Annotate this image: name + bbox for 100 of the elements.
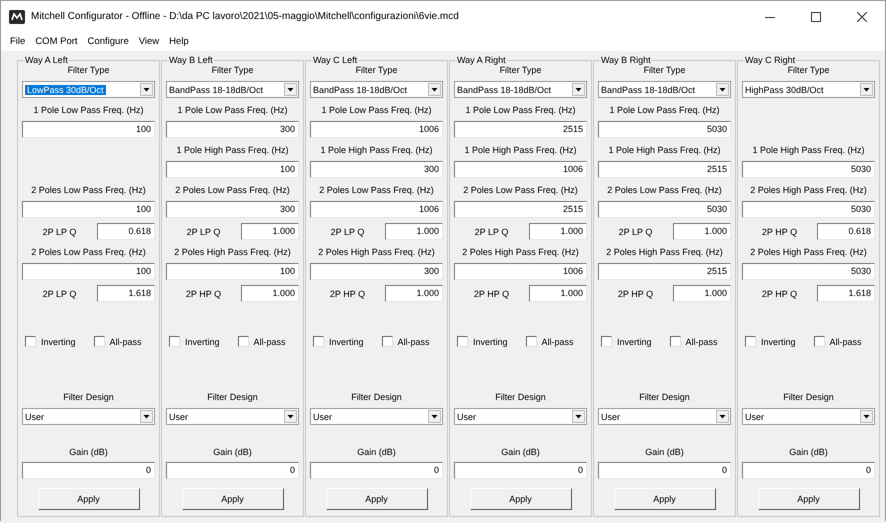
- checkbox[interactable]: [457, 336, 468, 347]
- input-field[interactable]: 5030: [742, 201, 875, 218]
- window-title: Mitchell Configurator - Offline - D:\da PC lavoro\2021\05-maggio\Mitchell\configurazioni\6vie.mcd: [31, 11, 460, 22]
- checkbox-label: Inverting: [761, 336, 796, 346]
- input-field[interactable]: 2515: [454, 121, 587, 138]
- dropdown[interactable]: LowPass 30dB/Oct: [22, 81, 155, 98]
- dropdown[interactable]: BandPass 18-18dB/Oct: [598, 81, 731, 98]
- menu-item[interactable]: File: [5, 36, 30, 47]
- dropdown[interactable]: User: [310, 408, 443, 425]
- input-field[interactable]: 2515: [598, 161, 731, 178]
- input-field[interactable]: 1.000: [385, 285, 443, 302]
- dropdown[interactable]: BandPass 18-18dB/Oct: [166, 81, 299, 98]
- field-label: 2 Poles High Pass Freq. (Hz): [317, 246, 436, 258]
- dropdown[interactable]: User: [22, 408, 155, 425]
- input-field[interactable]: 1.000: [673, 285, 731, 302]
- menu-item[interactable]: Configure: [82, 36, 134, 47]
- input-field[interactable]: 300: [310, 161, 443, 178]
- field-label: Filter Type: [786, 65, 830, 75]
- menu-item[interactable]: Help: [164, 36, 194, 47]
- input-field[interactable]: 1.000: [673, 223, 731, 240]
- input-field[interactable]: 1.000: [529, 223, 587, 240]
- field-label: 2 Poles High Pass Freq. (Hz): [461, 246, 580, 258]
- checkbox[interactable]: [745, 336, 756, 347]
- checkbox[interactable]: [814, 336, 825, 347]
- menu-item[interactable]: View: [134, 36, 164, 47]
- checkbox[interactable]: [313, 336, 324, 347]
- input-field[interactable]: 1.000: [241, 285, 299, 302]
- field-label: 2 Poles Low Pass Freq. (Hz): [30, 184, 147, 196]
- input-field[interactable]: 300: [166, 201, 299, 218]
- input-field[interactable]: 100: [22, 263, 155, 280]
- dropdown[interactable]: User: [166, 408, 299, 425]
- input-field[interactable]: 100: [166, 161, 299, 178]
- dropdown[interactable]: BandPass 18-18dB/Oct: [454, 81, 587, 98]
- input-field[interactable]: 100: [22, 201, 155, 218]
- field-label: 2P LP Q: [618, 226, 654, 236]
- input-field[interactable]: 0: [454, 462, 587, 479]
- input-field[interactable]: 0: [310, 462, 443, 479]
- dropdown[interactable]: User: [598, 408, 731, 425]
- input-field[interactable]: 0: [22, 462, 155, 479]
- apply-button[interactable]: Apply: [758, 488, 860, 510]
- caret-icon: [140, 83, 153, 96]
- apply-button[interactable]: Apply: [470, 488, 572, 510]
- checkbox[interactable]: [382, 336, 393, 347]
- input-field[interactable]: 1.000: [241, 223, 299, 240]
- checkbox-label: Inverting: [41, 336, 76, 346]
- dropdown[interactable]: User: [454, 408, 587, 425]
- caret-icon: [716, 410, 729, 423]
- caret-icon: [140, 410, 153, 423]
- apply-button[interactable]: Apply: [614, 488, 716, 510]
- checkbox[interactable]: [670, 336, 681, 347]
- input-field[interactable]: 1.618: [817, 285, 875, 302]
- field-label: 2 Poles Low Pass Freq. (Hz): [606, 184, 723, 196]
- caret-icon: [572, 410, 585, 423]
- checkbox-label: All-pass: [686, 336, 718, 346]
- checkbox[interactable]: [25, 336, 36, 347]
- input-field[interactable]: 5030: [742, 161, 875, 178]
- field-label: 2 Poles High Pass Freq. (Hz): [749, 184, 868, 196]
- input-field[interactable]: 1.000: [385, 223, 443, 240]
- input-field[interactable]: 1006: [454, 161, 587, 178]
- checkbox-label: Inverting: [185, 336, 220, 346]
- input-field[interactable]: 0: [166, 462, 299, 479]
- field-label: Filter Design: [350, 392, 403, 402]
- input-field[interactable]: 1006: [454, 263, 587, 280]
- input-field[interactable]: 0.618: [817, 223, 875, 240]
- group-title: Way B Right: [601, 55, 651, 65]
- apply-button[interactable]: Apply: [182, 488, 284, 510]
- dropdown[interactable]: BandPass 18-18dB/Oct: [310, 81, 443, 98]
- checkbox[interactable]: [94, 336, 105, 347]
- dropdown[interactable]: User: [742, 408, 875, 425]
- group-title: Way A Right: [457, 55, 506, 65]
- input-field[interactable]: 2515: [454, 201, 587, 218]
- input-field[interactable]: 5030: [742, 263, 875, 280]
- input-field[interactable]: 1006: [310, 121, 443, 138]
- input-field[interactable]: 5030: [598, 201, 731, 218]
- field-label: Filter Design: [206, 392, 259, 402]
- menu-item[interactable]: COM Port: [30, 36, 83, 47]
- input-field[interactable]: 1.618: [97, 285, 155, 302]
- dropdown[interactable]: HighPass 30dB/Oct: [742, 81, 875, 98]
- checkbox[interactable]: [169, 336, 180, 347]
- field-label: Gain (dB): [68, 447, 109, 457]
- input-field[interactable]: 5030: [598, 121, 731, 138]
- input-field[interactable]: 1.000: [529, 285, 587, 302]
- input-field[interactable]: 300: [166, 121, 299, 138]
- checkbox[interactable]: [601, 336, 612, 347]
- input-field[interactable]: 2515: [598, 263, 731, 280]
- apply-button[interactable]: Apply: [326, 488, 428, 510]
- input-field[interactable]: 1006: [310, 201, 443, 218]
- input-field[interactable]: 0: [598, 462, 731, 479]
- field-label: 2 Poles Low Pass Freq. (Hz): [30, 246, 147, 258]
- input-field[interactable]: 100: [166, 263, 299, 280]
- input-field[interactable]: 0: [742, 462, 875, 479]
- checkbox[interactable]: [526, 336, 537, 347]
- checkbox[interactable]: [238, 336, 249, 347]
- input-field[interactable]: 0.618: [97, 223, 155, 240]
- field-label: Gain (dB): [212, 447, 253, 457]
- caret-icon: [428, 83, 441, 96]
- group-title: Way B Left: [169, 55, 213, 65]
- input-field[interactable]: 300: [310, 263, 443, 280]
- input-field[interactable]: 100: [22, 121, 155, 138]
- apply-button[interactable]: Apply: [38, 488, 140, 510]
